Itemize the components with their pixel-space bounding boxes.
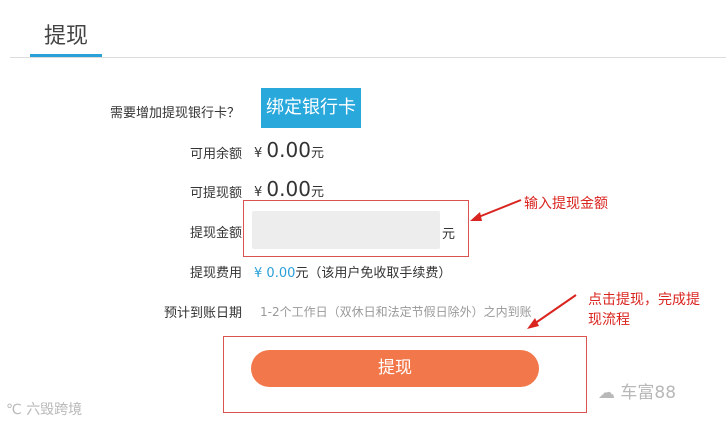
withdrawable-value: ¥ 0.00元 — [254, 177, 324, 201]
withdraw-submit-button[interactable]: 提现 — [251, 350, 539, 387]
logo-icon: ℃ — [6, 402, 22, 418]
available-balance-value: ¥ 0.00元 — [254, 138, 324, 162]
wechat-icon: ☁ — [598, 383, 615, 403]
available-amount: 0.00 — [266, 138, 311, 162]
currency-unit: 元 — [310, 185, 324, 200]
currency-unit: 元 — [310, 146, 324, 161]
fee-amount: 0.00 — [266, 266, 296, 281]
add-card-label: 需要增加提现银行卡？ — [109, 106, 240, 121]
currency-symbol: ¥ — [254, 185, 263, 200]
fee-label: 提现费用 — [189, 266, 242, 281]
fee-value: ¥ 0.00元（该用户免收取手续费） — [254, 262, 451, 281]
submit-hint-annotation-line1: 点击提现，完成提 — [588, 292, 700, 308]
bind-bank-card-button[interactable]: 绑定银行卡 — [261, 88, 361, 128]
available-balance-label: 可用余额 — [189, 147, 242, 162]
withdrawable-label: 可提现额 — [189, 186, 242, 201]
watermark-left-text: 六毁跨境 — [26, 402, 83, 418]
watermark-right: ☁ 车富88 — [598, 378, 676, 403]
annotation-arrow-icon — [527, 294, 577, 329]
expected-date-value: 1-2个工作日（双休日和法定节假日除外）之内到账 — [260, 305, 532, 319]
page-title: 提现 — [44, 24, 89, 49]
withdraw-amount-label: 提现金额 — [189, 226, 242, 241]
expected-date-label: 预计到账日期 — [163, 306, 242, 321]
currency-symbol: ¥ — [254, 266, 263, 281]
withdrawable-amount: 0.00 — [266, 177, 311, 201]
annotation-arrow-icon — [470, 199, 522, 221]
amount-hint-annotation: 输入提现金额 — [524, 196, 608, 212]
fee-note: （该用户免收取手续费） — [308, 266, 452, 281]
watermark-left: ℃ 六毁跨境 — [6, 399, 82, 419]
submit-hint-annotation-line2: 现流程 — [588, 312, 630, 328]
currency-unit: 元 — [295, 266, 309, 281]
currency-symbol: ¥ — [254, 146, 263, 161]
watermark-right-text: 车富88 — [620, 383, 677, 403]
header-divider — [10, 57, 726, 58]
amount-highlight-box — [243, 200, 469, 257]
tab-withdraw[interactable]: 提现 — [30, 18, 102, 58]
